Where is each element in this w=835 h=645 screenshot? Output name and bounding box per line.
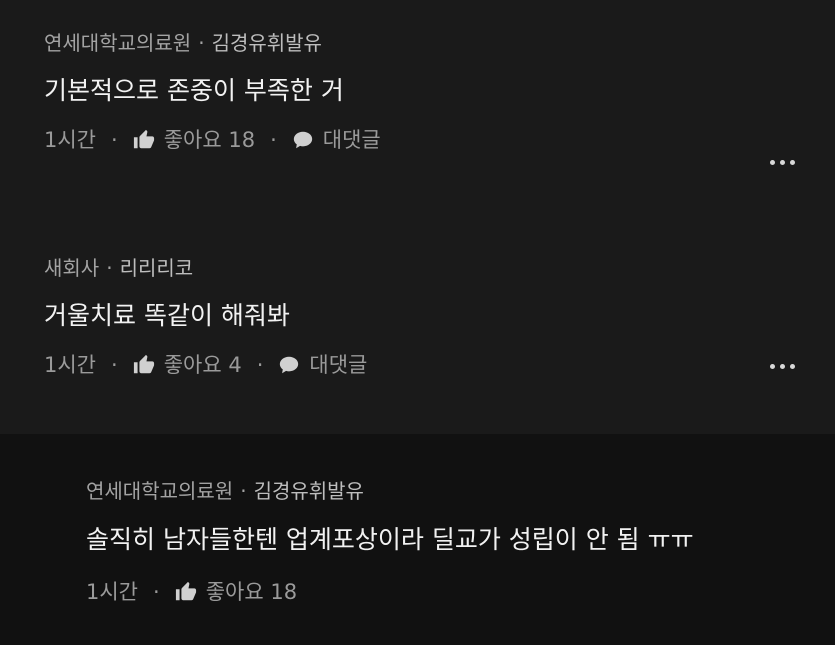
meta-separator: · xyxy=(240,479,247,503)
more-dot xyxy=(790,160,795,165)
like-label: 좋아요 xyxy=(205,580,264,604)
like-button[interactable]: 좋아요 18 xyxy=(133,127,255,153)
reply-label: 대댓글 xyxy=(322,128,381,152)
comment-item: 연세대학교의료원 · 김경유휘발유 기본적으로 존중이 부족한 거 1시간 · 좋아… xyxy=(0,0,835,212)
author-nickname[interactable]: 김경유휘발유 xyxy=(212,31,322,55)
author-org[interactable]: 새회사 xyxy=(44,256,99,280)
like-button[interactable]: 좋아요 4 xyxy=(133,352,242,378)
comment-time: 1시간 xyxy=(44,128,97,152)
comment-meta: 연세대학교의료원 · 김경유휘발유 xyxy=(44,31,835,55)
like-label: 좋아요 xyxy=(163,353,222,377)
comment-item: 새회사 · 리리리코 거울치료 똑같이 해줘봐 1시간 · 좋아요 4 · 대댓글 xyxy=(0,212,835,434)
action-separator: · xyxy=(256,353,264,377)
reply-time: 1시간 xyxy=(86,580,139,604)
like-count: 18 xyxy=(228,128,256,152)
speech-bubble-icon xyxy=(278,354,300,376)
comment-actions: 1시간 · 좋아요 4 · 대댓글 xyxy=(44,352,835,378)
speech-bubble-icon xyxy=(292,129,314,151)
author-nickname[interactable]: 김경유휘발유 xyxy=(254,479,364,503)
reply-item: 연세대학교의료원 · 김경유휘발유 솔직히 남자들한텐 업계포상이라 딜교가 성립이… xyxy=(0,434,835,645)
action-separator: · xyxy=(111,128,118,152)
thumbs-up-icon xyxy=(133,354,155,376)
reply-meta: 연세대학교의료원 · 김경유휘발유 xyxy=(86,479,835,503)
meta-separator: · xyxy=(198,31,205,55)
action-separator: · xyxy=(153,580,160,604)
comment-text: 기본적으로 존중이 부족한 거 xyxy=(44,76,344,105)
more-dot xyxy=(770,160,775,165)
reply-text: 솔직히 남자들한텐 업계포상이라 딜교가 성립이 안 됨 ㅠㅠ xyxy=(86,525,694,554)
more-options-button[interactable] xyxy=(770,156,795,169)
like-count: 4 xyxy=(228,353,242,377)
comment-text: 거울치료 똑같이 해줘봐 xyxy=(44,301,290,330)
more-options-button[interactable] xyxy=(770,360,795,373)
like-button[interactable]: 좋아요 18 xyxy=(175,579,297,605)
reply-actions: 1시간 · 좋아요 18 xyxy=(86,579,835,605)
action-separator: · xyxy=(111,353,118,377)
more-dot xyxy=(790,364,795,369)
more-dot xyxy=(780,364,785,369)
like-label: 좋아요 xyxy=(163,128,222,152)
more-dot xyxy=(770,364,775,369)
reply-button[interactable]: 대댓글 xyxy=(278,352,367,378)
reply-label: 대댓글 xyxy=(309,353,368,377)
more-dot xyxy=(780,160,785,165)
thumbs-up-icon xyxy=(175,581,197,603)
comment-time: 1시간 xyxy=(44,353,97,377)
comment-actions: 1시간 · 좋아요 18 · 대댓글 xyxy=(44,127,835,153)
author-org[interactable]: 연세대학교의료원 xyxy=(44,31,191,55)
action-separator: · xyxy=(270,128,277,152)
like-count: 18 xyxy=(270,580,298,604)
author-nickname[interactable]: 리리리코 xyxy=(120,256,194,280)
author-org[interactable]: 연세대학교의료원 xyxy=(86,479,233,503)
meta-separator: · xyxy=(106,256,113,280)
thumbs-up-icon xyxy=(133,129,155,151)
reply-button[interactable]: 대댓글 xyxy=(292,127,381,153)
comment-meta: 새회사 · 리리리코 xyxy=(44,256,835,280)
